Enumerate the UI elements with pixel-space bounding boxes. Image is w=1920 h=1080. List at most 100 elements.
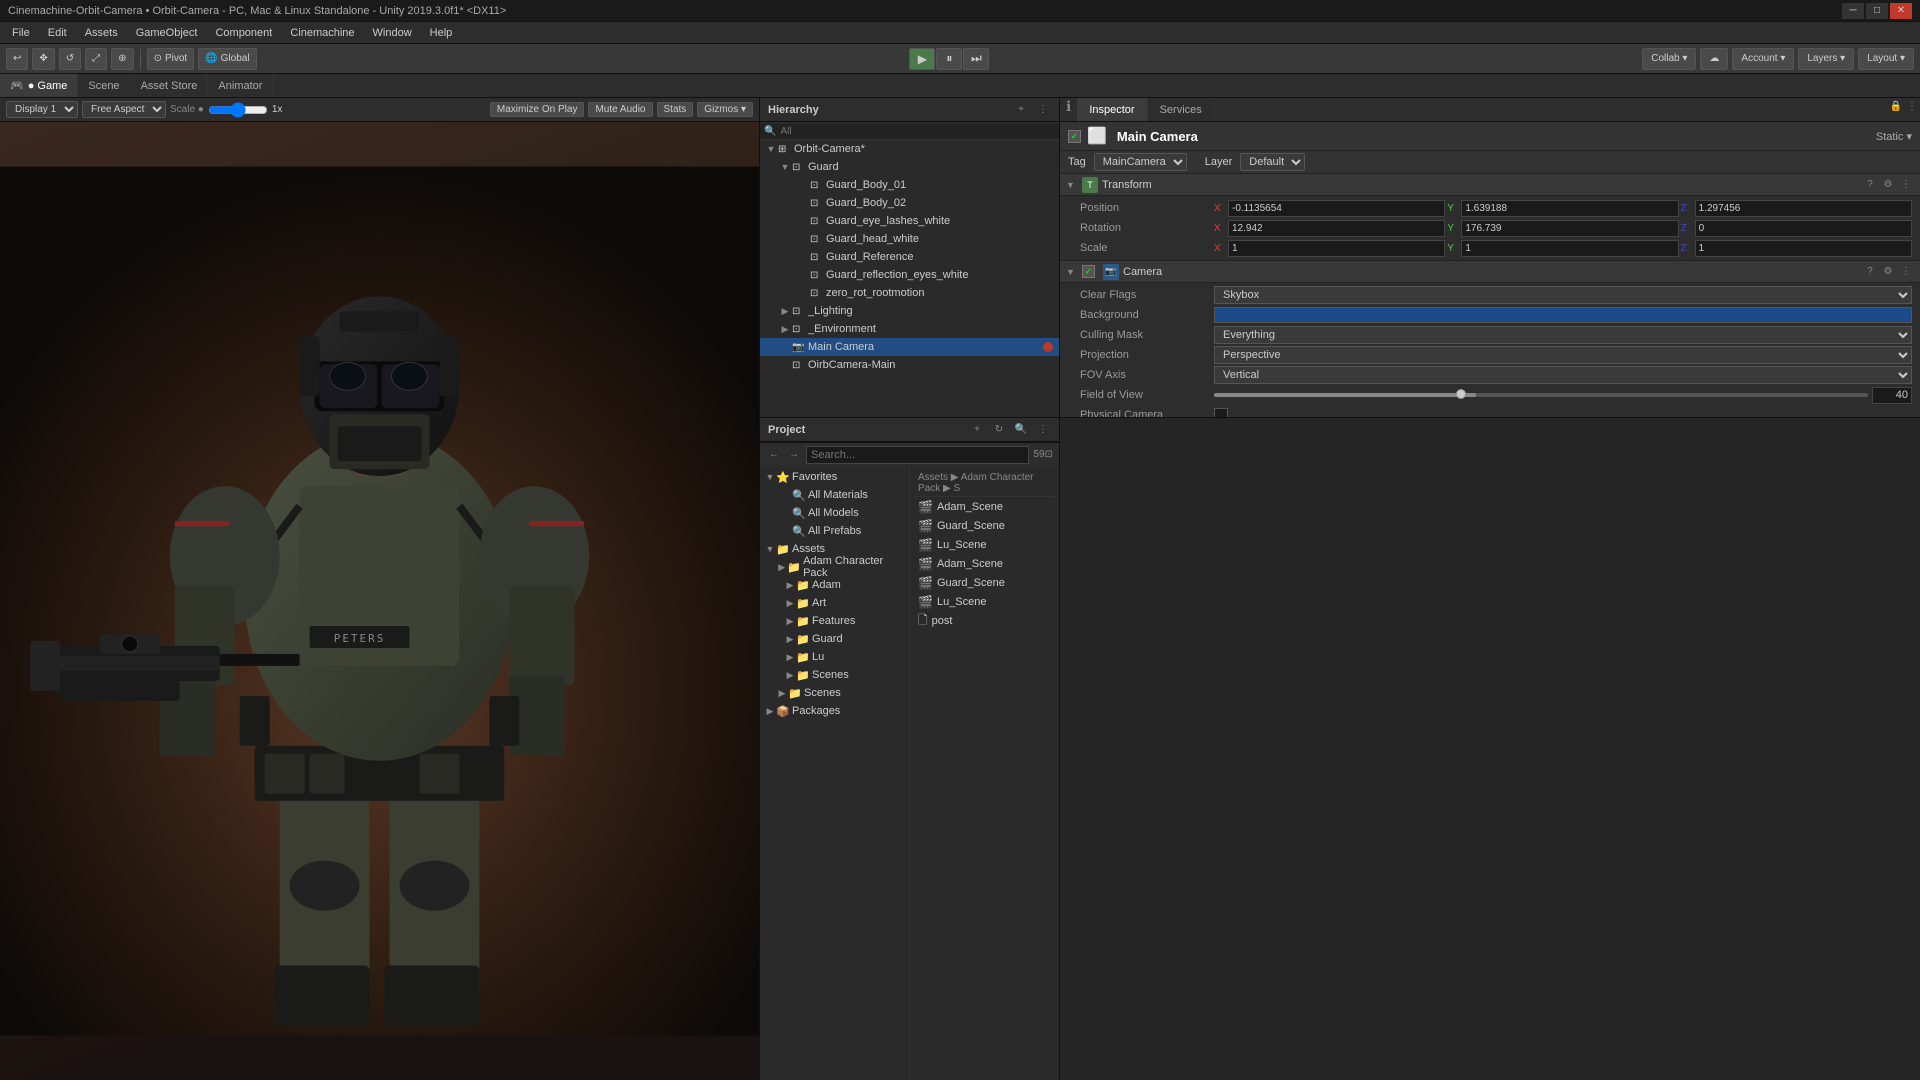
gizmos-button[interactable]: Gizmos ▾	[697, 102, 753, 117]
tab-animator[interactable]: Animator	[208, 74, 273, 97]
file-post[interactable]: 🗋 post	[914, 612, 1055, 630]
proj-lu[interactable]: ▶ 📁 Lu	[760, 648, 909, 666]
project-refresh-button[interactable]: ↻	[991, 422, 1007, 438]
scale-x-input[interactable]	[1228, 240, 1445, 257]
project-search-button[interactable]: 🔍	[1013, 422, 1029, 438]
stats-button[interactable]: Stats	[657, 102, 694, 117]
hierarchy-item-guard-body-02[interactable]: ⊡ Guard_Body_02	[760, 194, 1059, 212]
menu-component[interactable]: Component	[207, 25, 280, 41]
hierarchy-item-lighting[interactable]: ▶ ⊡ _Lighting	[760, 302, 1059, 320]
step-button[interactable]: ⏭	[963, 48, 989, 70]
fov-slider[interactable]	[1214, 393, 1868, 397]
static-label[interactable]: Static ▾	[1876, 130, 1912, 143]
menu-window[interactable]: Window	[365, 25, 420, 41]
minimize-button[interactable]: ─	[1842, 3, 1864, 19]
hierarchy-search-input[interactable]	[780, 126, 1055, 137]
scale-tool[interactable]: ⤢	[85, 48, 107, 70]
menu-file[interactable]: File	[4, 25, 38, 41]
close-button[interactable]: ✕	[1890, 3, 1912, 19]
inspector-lock-button[interactable]: 🔒	[1888, 98, 1904, 114]
proj-all-materials[interactable]: 🔍 All Materials	[760, 486, 909, 504]
rot-z-input[interactable]	[1695, 220, 1912, 237]
display-select[interactable]: Display 1	[6, 101, 78, 118]
hierarchy-item-guard-refl[interactable]: ⊡ Guard_reflection_eyes_white	[760, 266, 1059, 284]
hierarchy-item-oirb-camera[interactable]: ⊡ OirbCamera-Main	[760, 356, 1059, 374]
file-guard-scene-2[interactable]: 🎬 Guard_Scene	[914, 574, 1055, 592]
camera-header[interactable]: ▼ ✓ 📷 Camera ? ⚙ ⋮	[1060, 261, 1920, 283]
rect-tool[interactable]: ⊕	[111, 48, 133, 70]
project-menu-button[interactable]: ⋮	[1035, 422, 1051, 438]
clear-flags-select[interactable]: Skybox	[1214, 286, 1912, 304]
file-guard-scene-1[interactable]: 🎬 Guard_Scene	[914, 517, 1055, 535]
tab-inspector[interactable]: Inspector	[1077, 98, 1147, 121]
layers-button[interactable]: Layers ▾	[1798, 48, 1854, 70]
hierarchy-item-main-camera[interactable]: 📷 Main Camera	[760, 338, 1059, 356]
hierarchy-add-button[interactable]: +	[1013, 102, 1029, 118]
projection-select[interactable]: Perspective	[1214, 346, 1912, 364]
fov-value-input[interactable]	[1872, 387, 1912, 404]
account-button[interactable]: Account ▾	[1732, 48, 1794, 70]
hierarchy-item-environment[interactable]: ▶ ⊡ _Environment	[760, 320, 1059, 338]
proj-favorites-header[interactable]: ▼ ⭐ Favorites	[760, 468, 909, 486]
mute-audio-button[interactable]: Mute Audio	[588, 102, 652, 117]
pos-x-input[interactable]	[1228, 200, 1445, 217]
project-search-input[interactable]	[806, 446, 1029, 464]
scale-y-input[interactable]	[1461, 240, 1678, 257]
tab-asset-store[interactable]: Asset Store	[131, 74, 209, 97]
fov-axis-select[interactable]: Vertical	[1214, 366, 1912, 384]
file-adam-scene-2[interactable]: 🎬 Adam_Scene	[914, 555, 1055, 573]
hierarchy-item-guard[interactable]: ▼ ⊡ Guard	[760, 158, 1059, 176]
proj-forward-btn[interactable]: →	[786, 447, 802, 463]
tab-scene[interactable]: Scene	[78, 74, 130, 97]
proj-scenes[interactable]: ▶ 📁 Scenes	[760, 666, 909, 684]
project-add-button[interactable]: +	[969, 422, 985, 438]
camera-enabled-checkbox[interactable]: ✓	[1082, 265, 1095, 278]
play-button[interactable]: ▶	[909, 48, 935, 70]
hierarchy-item-orbit-camera[interactable]: ▼ ⊞ Orbit-Camera*	[760, 140, 1059, 158]
transform-info-button[interactable]: ?	[1862, 177, 1878, 193]
maximize-button[interactable]: □	[1866, 3, 1888, 19]
camera-settings-button[interactable]: ⚙	[1880, 264, 1896, 280]
hierarchy-item-guard-body-01[interactable]: ⊡ Guard_Body_01	[760, 176, 1059, 194]
hierarchy-menu-button[interactable]: ⋮	[1035, 102, 1051, 118]
global-button[interactable]: 🌐 Global	[198, 48, 256, 70]
proj-back-btn[interactable]: ←	[766, 447, 782, 463]
rot-x-input[interactable]	[1228, 220, 1445, 237]
file-adam-scene-1[interactable]: 🎬 Adam_Scene	[914, 498, 1055, 516]
rot-y-input[interactable]	[1461, 220, 1678, 237]
hierarchy-item-zero-rot[interactable]: ⊡ zero_rot_rootmotion	[760, 284, 1059, 302]
proj-packages[interactable]: ▶ 📦 Packages	[760, 702, 909, 720]
proj-guard[interactable]: ▶ 📁 Guard	[760, 630, 909, 648]
background-color-picker[interactable]	[1214, 307, 1912, 323]
layer-dropdown[interactable]: Default	[1240, 153, 1305, 171]
transform-settings-button[interactable]: ⚙	[1880, 177, 1896, 193]
cloud-button[interactable]: ☁	[1700, 48, 1728, 70]
camera-menu-button[interactable]: ⋮	[1898, 264, 1914, 280]
rotate-tool[interactable]: ↺	[59, 48, 81, 70]
tab-game[interactable]: 🎮 ● Game	[0, 74, 78, 97]
hierarchy-item-guard-head[interactable]: ⊡ Guard_head_white	[760, 230, 1059, 248]
menu-cinemachine[interactable]: Cinemachine	[282, 25, 362, 41]
file-lu-scene-2[interactable]: 🎬 Lu_Scene	[914, 593, 1055, 611]
transform-header[interactable]: ▼ T Transform ? ⚙ ⋮	[1060, 174, 1920, 196]
tag-dropdown[interactable]: MainCamera	[1094, 153, 1187, 171]
menu-gameobject[interactable]: GameObject	[128, 25, 206, 41]
physical-camera-checkbox[interactable]	[1214, 408, 1228, 417]
hierarchy-item-guard-ref[interactable]: ⊡ Guard_Reference	[760, 248, 1059, 266]
inspector-menu-button[interactable]: ⋮	[1904, 98, 1920, 114]
camera-info-button[interactable]: ?	[1862, 264, 1878, 280]
menu-help[interactable]: Help	[422, 25, 461, 41]
aspect-select[interactable]: Free Aspect	[82, 101, 166, 118]
menu-edit[interactable]: Edit	[40, 25, 75, 41]
proj-art[interactable]: ▶ 📁 Art	[760, 594, 909, 612]
proj-all-models[interactable]: 🔍 All Models	[760, 504, 909, 522]
proj-features[interactable]: ▶ 📁 Features	[760, 612, 909, 630]
pause-button[interactable]: ⏸	[936, 48, 962, 70]
culling-mask-select[interactable]: Everything	[1214, 326, 1912, 344]
hierarchy-item-guard-eye[interactable]: ⊡ Guard_eye_lashes_white	[760, 212, 1059, 230]
menu-assets[interactable]: Assets	[77, 25, 126, 41]
undo-button[interactable]: ↩	[6, 48, 28, 70]
file-lu-scene-1[interactable]: 🎬 Lu_Scene	[914, 536, 1055, 554]
object-enabled-checkbox[interactable]: ✓	[1068, 130, 1081, 143]
scale-slider[interactable]	[208, 104, 268, 116]
